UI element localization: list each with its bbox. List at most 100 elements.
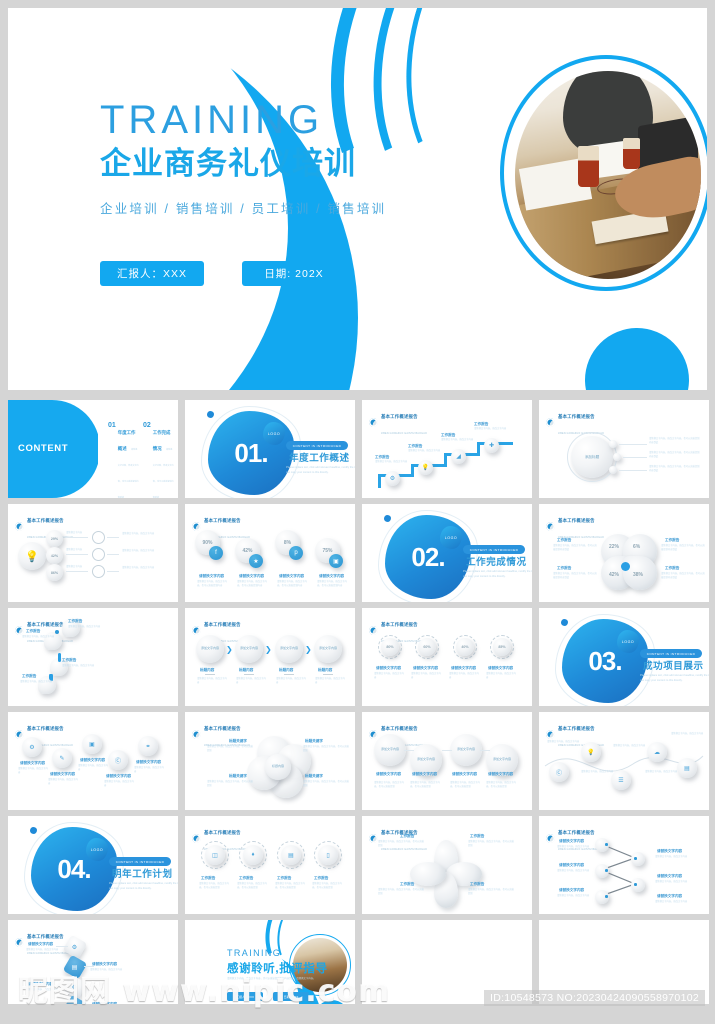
- node-orb[interactable]: [609, 440, 617, 448]
- thumb-icon-scatter[interactable]: 基本工作概述报告 JIBEN GONGZUO GAISHU BAOGAO ⚙ ✎…: [8, 712, 178, 810]
- chain-orb[interactable]: 添加文字内容: [196, 635, 224, 663]
- item-label: 请替换文字内容: [657, 894, 683, 898]
- thumb-map-pins[interactable]: 基本工作概述报告 JIBEN GONGZUO GAISHU BAOGAO 工作报…: [8, 608, 178, 706]
- item-label: 标题关键字: [305, 739, 323, 743]
- pinwheel-leaf[interactable]: [410, 862, 446, 886]
- item-desc: 请替换文字内容，修改文字内容: [655, 881, 688, 883]
- bulb-icon[interactable]: 💡: [418, 460, 433, 475]
- hub-row-desc: 请替换文字内容，修改文字内容，也可以直接复制内容到此: [649, 466, 700, 473]
- camera-icon[interactable]: ▣: [329, 554, 343, 568]
- pct-orb[interactable]: 86%: [46, 564, 63, 581]
- status-badge: CONTENT IS INTRODUCED: [640, 649, 702, 658]
- blob-accent-dot: [384, 515, 391, 522]
- item-label: 工作报告: [665, 538, 680, 542]
- hero-presenter-pill[interactable]: 汇报人：XXX: [100, 261, 204, 286]
- list-item[interactable]: 01 年度工作概述 请替换文字内容，修改文字内容，也可以直接复制内容到此: [108, 422, 139, 498]
- dial-orb[interactable]: 85%: [493, 638, 511, 656]
- hero-date-pill[interactable]: 日期: 202X: [242, 261, 346, 286]
- hero-slide[interactable]: TRAINING 企业商务礼仪培训 企业培训 / 销售培训 / 员工培训 / 销…: [8, 8, 707, 390]
- dial-orb[interactable]: 80%: [381, 638, 399, 656]
- wrench-icon[interactable]: ⚙: [385, 471, 400, 486]
- thumb-section-02[interactable]: 02. LOGO CONTENT IS INTRODUCED 工作完成情况 Pl…: [362, 504, 532, 602]
- pin-orb[interactable]: [38, 676, 56, 694]
- list-item[interactable]: 02 工作完成情况 请替换文字内容，修改文字内容，也可以直接复制内容到此: [143, 422, 174, 498]
- server-icon[interactable]: [92, 531, 105, 544]
- thumb-zigzag[interactable]: 基本工作概述报告 JIBEN GONGZUO GAISHU BAOGAO 请替换…: [539, 816, 709, 914]
- pct-orb[interactable]: 42%: [46, 547, 63, 564]
- thumb-overlap-disks[interactable]: 基本工作概述报告 JIBEN GONGZUO GAISHU BAOGAO 标题内…: [185, 712, 355, 810]
- camera-icon[interactable]: ▣: [82, 734, 102, 754]
- chain-orb[interactable]: 添加文字内容: [275, 635, 303, 663]
- thumb-icon-circles[interactable]: 基本工作概述报告 JIBEN GONGZUO GAISHU BAOGAO ◫ ♦…: [185, 816, 355, 914]
- thumb-bulb-list[interactable]: 基本工作概述报告 JIBEN GONGZUO GAISHU BAOGAO 💡 2…: [8, 504, 178, 602]
- item-desc: 请替换文字内容，修改文字内容: [134, 767, 164, 774]
- pencil-icon[interactable]: ♦: [243, 845, 263, 865]
- hero-subtitle: 企业培训 / 销售培训 / 员工培训 / 销售培训: [100, 201, 387, 216]
- item-desc: 请替换文字内容，修改文字内容，也可以直接复制: [303, 781, 349, 788]
- item-label: 工作报告: [557, 538, 572, 542]
- gear-icon[interactable]: ✚: [484, 438, 499, 453]
- monitor-icon[interactable]: ▤: [677, 758, 697, 778]
- phone-icon[interactable]: ▯: [318, 845, 338, 865]
- thumb-circle-hub[interactable]: 基本工作概述报告 JIBEN GONGZUO GAISHU BAOGAO 添加标…: [539, 400, 709, 498]
- chevron-right-icon: ❯: [265, 645, 272, 654]
- thumb-social-percent[interactable]: 基本工作概述报告 JIBEN GONGZUO GAISHU BAOGAO 90%…: [185, 504, 355, 602]
- pct-orb[interactable]: 29%: [46, 530, 63, 547]
- chevron-right-icon: ❯: [226, 645, 233, 654]
- brand-logo-icon: [546, 521, 555, 531]
- item-desc: 请替换文字内容，修改文字内容，也可以直接复制: [468, 889, 514, 896]
- globe-icon[interactable]: Ⓒ: [549, 762, 569, 782]
- brand-logo-icon: [369, 625, 378, 635]
- dial-orb[interactable]: 60%: [418, 638, 436, 656]
- thumb-pinwheel[interactable]: 基本工作概述报告 JIBEN GONGZUO GAISHU BAOGAO 工作报…: [362, 816, 532, 914]
- dial-orb[interactable]: 40%: [456, 638, 474, 656]
- thumb-section-04[interactable]: 04. LOGO CONTENT IS INTRODUCED 明年工作计划 Pl…: [8, 816, 178, 914]
- chart-icon[interactable]: ◢: [451, 449, 466, 464]
- item-desc: 请替换文字内容，修改文字内容: [315, 678, 345, 685]
- item-desc: 请替换文字内容，修改文字内容，也可以直接复制内容到此: [553, 545, 597, 552]
- pinterest-icon[interactable]: p: [289, 546, 303, 560]
- facebook-icon[interactable]: f: [209, 546, 223, 560]
- mini-header-cn: 基本工作概述报告: [558, 414, 595, 419]
- thumb-clover-chart[interactable]: 基本工作概述报告 JIBEN GONGZUO GAISHU BAOGAO 22%…: [539, 504, 709, 602]
- node-orb[interactable]: [609, 466, 617, 474]
- globe-icon[interactable]: Ⓒ: [108, 750, 128, 770]
- thumb-content-slide[interactable]: CONTENT 01 年度工作概述 请替换文字内容，修改文字内容，也可以直接复制…: [8, 400, 178, 498]
- monitor-icon[interactable]: ▤: [281, 845, 301, 865]
- thumb-stairs-chart[interactable]: 基本工作概述报告 JIBEN GONGZUO GAISHU BAOGAO ⚙ 💡…: [362, 400, 532, 498]
- item-desc: 请替换文字内容，修改文字内容: [613, 745, 646, 747]
- thumb-arrow-chain[interactable]: 基本工作概述报告 JIBEN GONGZUO GAISHU BAOGAO 添加文…: [185, 608, 355, 706]
- thumb-section-01[interactable]: 01. LOGO CONTENT IS INTRODUCED 年度工作概述 Pl…: [185, 400, 355, 498]
- status-badge: CONTENT IS INTRODUCED: [109, 857, 171, 866]
- chain-orb[interactable]: 添加文字内容: [235, 635, 263, 663]
- gear-icon[interactable]: ⚙: [22, 737, 42, 757]
- thumb-dial-row[interactable]: 基本工作概述报告 JIBEN GONGZUO GAISHU BAOGAO 80%…: [362, 608, 532, 706]
- thumb-wave-icons[interactable]: 基本工作概述报告 JIBEN GONGZUO GAISHU BAOGAO Ⓒ 💡…: [539, 712, 709, 810]
- monitor-icon[interactable]: [92, 565, 105, 578]
- site-watermark: 昵图网 www.nipic.com: [18, 974, 391, 1009]
- twitter-icon[interactable]: ★: [249, 554, 263, 568]
- chain-orb[interactable]: 添加文字内容: [314, 635, 342, 663]
- item-label: 工作报告: [557, 566, 572, 570]
- big-orb[interactable]: 添加文字内容: [374, 734, 406, 766]
- server-icon[interactable]: ◫: [205, 845, 225, 865]
- bulb-icon[interactable]: 💡: [581, 742, 601, 762]
- phone-icon[interactable]: [92, 548, 105, 561]
- item-desc: 请替换文字内容，修改文字内容: [236, 678, 266, 685]
- item-desc: 请替换文字内容，修改文字内容: [671, 733, 704, 735]
- thumb-row-5: 04. LOGO CONTENT IS INTRODUCED 明年工作计划 Pl…: [8, 816, 709, 914]
- thumb-big-orbs[interactable]: 基本工作概述报告 JIBEN GONGZUO GAISHU BAOGAO 添加文…: [362, 712, 532, 810]
- thumb-section-03[interactable]: 03. LOGO CONTENT IS INTRODUCED 成功项目展示 Pl…: [539, 608, 709, 706]
- node-orb[interactable]: [613, 453, 621, 461]
- item-label: 标题内容: [200, 668, 215, 672]
- overlap-center-disk[interactable]: 标题内容: [265, 754, 291, 780]
- link-icon[interactable]: ⚭: [138, 736, 158, 756]
- logo-badge: LOGO: [617, 630, 639, 653]
- cloud-icon[interactable]: ☁: [647, 742, 667, 762]
- mini-header-cn: 基本工作概述报告: [27, 726, 64, 731]
- big-orb[interactable]: 添加文字内容: [450, 734, 482, 766]
- bulb-icon[interactable]: 💡: [18, 542, 46, 570]
- item-desc: 请替换文字内容，修改文字内容: [655, 901, 688, 903]
- pencil-icon[interactable]: ✎: [52, 748, 72, 768]
- item-desc: 请替换文字内容，修改文字内容，也可以直接复制: [199, 883, 229, 890]
